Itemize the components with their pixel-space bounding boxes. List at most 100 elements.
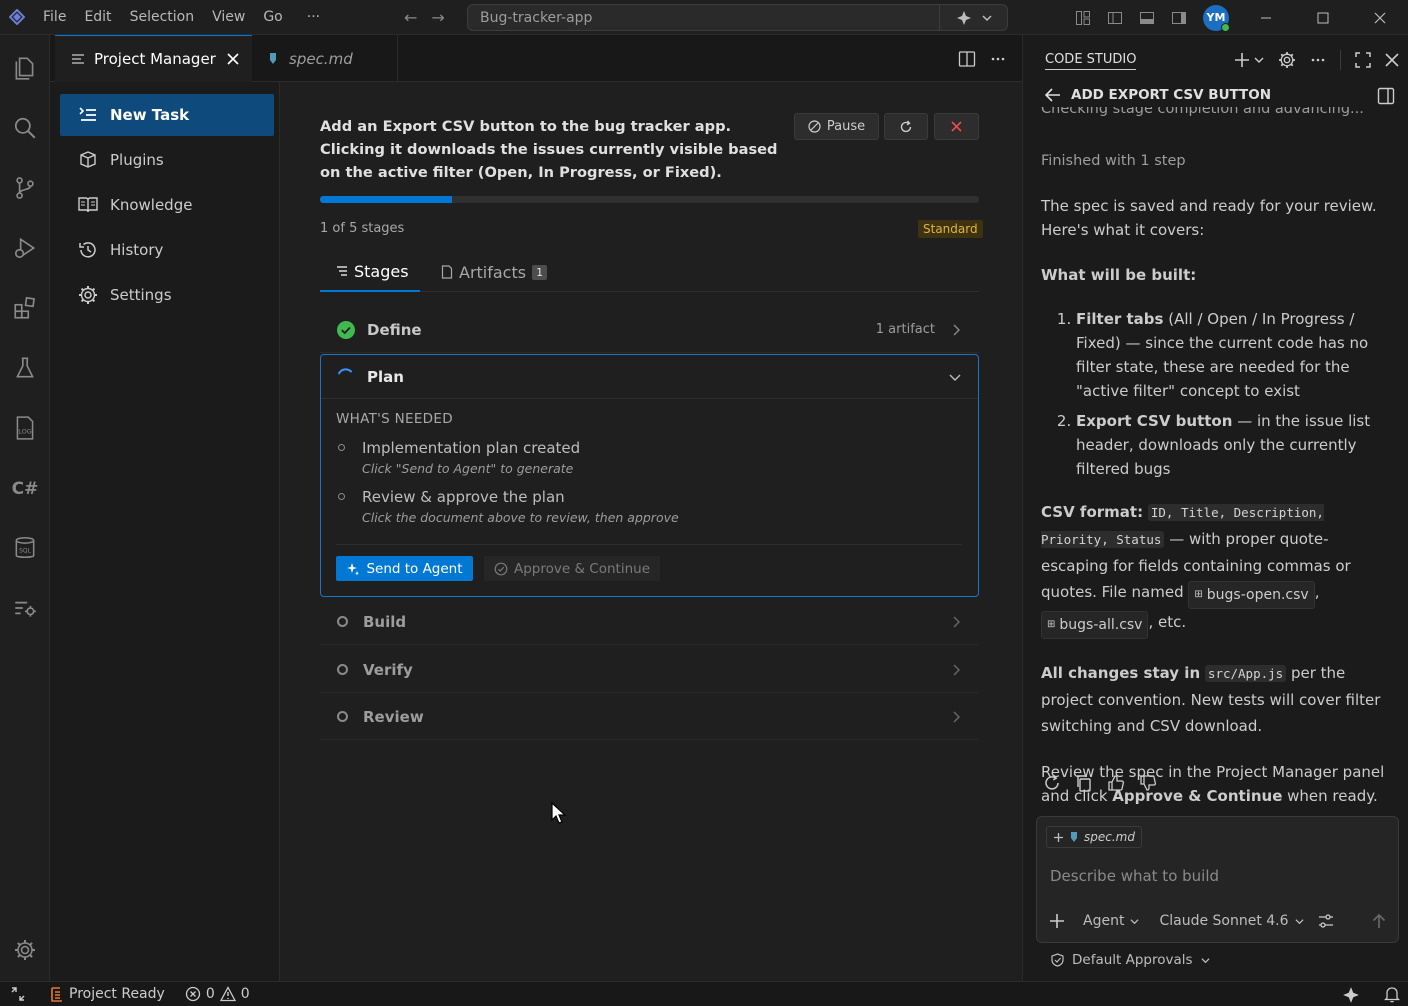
toggle-panel-icon[interactable] <box>1131 0 1163 35</box>
project-manager-icon[interactable] <box>0 588 50 628</box>
default-approvals-picker[interactable]: Default Approvals <box>1051 952 1210 968</box>
chevron-right-icon <box>953 711 960 722</box>
restart-button[interactable] <box>884 113 928 140</box>
close-panel-icon[interactable] <box>1385 53 1399 67</box>
more-actions-icon[interactable] <box>990 51 1006 67</box>
chevron-down-icon[interactable] <box>1254 55 1264 65</box>
chat-input[interactable]: Describe what to build <box>1050 867 1219 885</box>
back-arrow-icon[interactable] <box>1045 88 1061 102</box>
forward-arrow-icon[interactable]: → <box>431 8 444 27</box>
chat-progress-line: Checking stage completion and advancing.… <box>1041 107 1393 127</box>
minimize-button[interactable] <box>1237 0 1294 35</box>
explorer-icon[interactable] <box>0 48 50 88</box>
model-picker[interactable]: Claude Sonnet 4.6 <box>1159 913 1304 929</box>
artifact-file-icon <box>441 265 453 279</box>
send-to-agent-button[interactable]: Send to Agent <box>336 556 473 581</box>
requirement-hint: Click "Send to Agent" to generate <box>362 461 574 476</box>
sql-database-icon[interactable]: SQL <box>0 528 50 568</box>
stage-label: Verify <box>363 660 413 679</box>
copilot-status-icon[interactable] <box>1342 986 1360 1006</box>
back-arrow-icon[interactable]: ← <box>404 8 417 27</box>
extensions-icon[interactable] <box>0 288 50 328</box>
finished-prefix[interactable]: Finished <box>1041 153 1100 169</box>
stage-label: Plan <box>367 367 404 386</box>
more-actions-icon[interactable] <box>1310 52 1326 68</box>
cancel-task-button[interactable] <box>934 113 979 140</box>
customize-layout-icon[interactable] <box>1067 0 1099 35</box>
copy-icon[interactable] <box>1075 774 1093 792</box>
close-tab-icon[interactable] <box>226 52 240 66</box>
stage-plan-card: Plan WHAT'S NEEDED Implementation plan c… <box>320 354 979 597</box>
remote-icon[interactable] <box>0 986 36 1002</box>
sidebar-item-plugins[interactable]: Plugins <box>60 139 274 181</box>
pause-button[interactable]: Pause <box>794 113 879 140</box>
thumbs-up-icon[interactable] <box>1107 774 1125 792</box>
search-icon[interactable] <box>0 108 50 148</box>
retry-icon[interactable] <box>1043 774 1061 792</box>
menu-more[interactable]: ··· <box>298 0 329 35</box>
log-icon[interactable]: LOG <box>0 408 50 448</box>
stage-define[interactable]: Define 1 artifact <box>320 307 979 353</box>
tools-settings-icon[interactable] <box>1318 913 1334 929</box>
stage-review[interactable]: Review <box>320 694 979 740</box>
source-control-icon[interactable] <box>0 168 50 208</box>
tab-project-manager[interactable]: Project Manager <box>55 35 252 82</box>
app-logo-icon <box>0 0 34 35</box>
command-center[interactable]: Bug-tracker-app <box>467 4 1008 31</box>
status-bar: Project Ready 0 0 <box>0 981 1408 1006</box>
project-status[interactable]: Project Ready <box>50 986 165 1002</box>
stage-verify[interactable]: Verify <box>320 647 979 693</box>
maximize-panel-icon[interactable] <box>1355 52 1371 68</box>
requirement-label: Implementation plan created <box>362 439 581 457</box>
stage-artifact-count: 1 artifact <box>875 322 935 337</box>
sidebar-item-knowledge[interactable]: Knowledge <box>60 184 274 226</box>
add-context-plus-icon[interactable] <box>1053 832 1064 843</box>
notifications-bell-icon[interactable] <box>1383 986 1401 1006</box>
copilot-icon <box>956 10 971 25</box>
mode-picker[interactable]: Agent <box>1083 913 1139 929</box>
sidebar-item-settings[interactable]: Settings <box>60 274 274 316</box>
sidebar-item-history[interactable]: History <box>60 229 274 271</box>
account-avatar[interactable]: YM <box>1203 4 1230 32</box>
tab-spec-md[interactable]: spec.md <box>253 35 398 82</box>
close-icon <box>951 121 962 132</box>
menu-view[interactable]: View <box>203 0 254 35</box>
thumbs-down-icon[interactable] <box>1139 774 1157 792</box>
close-window-button[interactable] <box>1351 0 1408 35</box>
chat-panel-title[interactable]: CODE STUDIO <box>1045 52 1137 70</box>
menu-selection[interactable]: Selection <box>121 0 204 35</box>
spinner-icon <box>337 367 354 385</box>
session-title-label: ADD EXPORT CSV BUTTON <box>1071 87 1272 103</box>
toggle-primary-sidebar-icon[interactable] <box>1099 0 1131 35</box>
maximize-button[interactable] <box>1294 0 1351 35</box>
file-chip[interactable]: ⊞ bugs-all.csv <box>1041 611 1149 639</box>
add-plus-icon[interactable] <box>1049 913 1065 929</box>
csharp-icon[interactable]: C# <box>0 468 50 508</box>
svg-text:C#: C# <box>12 479 39 499</box>
chevron-right-icon <box>953 324 960 335</box>
toggle-sidebar-icon[interactable] <box>1377 87 1395 105</box>
menu-file[interactable]: File <box>34 0 75 35</box>
stage-build[interactable]: Build <box>320 599 979 645</box>
file-chip[interactable]: ⊞ bugs-open.csv <box>1188 581 1315 609</box>
nav-arrows: ← → <box>404 0 445 35</box>
menu-go[interactable]: Go <box>254 0 291 35</box>
manage-gear-icon[interactable] <box>0 930 50 970</box>
testing-flask-icon[interactable] <box>0 348 50 388</box>
split-editor-icon[interactable] <box>958 50 976 68</box>
new-chat-plus-icon[interactable] <box>1234 52 1250 68</box>
tab-artifacts[interactable]: Artifacts 1 <box>441 252 548 292</box>
toggle-secondary-sidebar-icon[interactable] <box>1163 0 1195 35</box>
sidebar-item-new-task[interactable]: New Task <box>60 94 274 136</box>
tab-stages[interactable]: Stages <box>320 252 420 292</box>
file-name: bugs-all.csv <box>1059 617 1143 633</box>
approve-continue-button[interactable]: Approve & Continue <box>484 556 660 581</box>
gear-icon[interactable] <box>1278 51 1296 69</box>
problems-status[interactable]: 0 0 <box>185 986 250 1002</box>
copilot-menu[interactable] <box>939 5 1007 30</box>
stage-plan-header[interactable]: Plan <box>321 355 978 399</box>
send-arrow-icon[interactable] <box>1372 913 1386 929</box>
attached-file-chip[interactable]: spec.md <box>1046 826 1142 848</box>
run-debug-icon[interactable] <box>0 228 50 268</box>
menu-edit[interactable]: Edit <box>75 0 120 35</box>
